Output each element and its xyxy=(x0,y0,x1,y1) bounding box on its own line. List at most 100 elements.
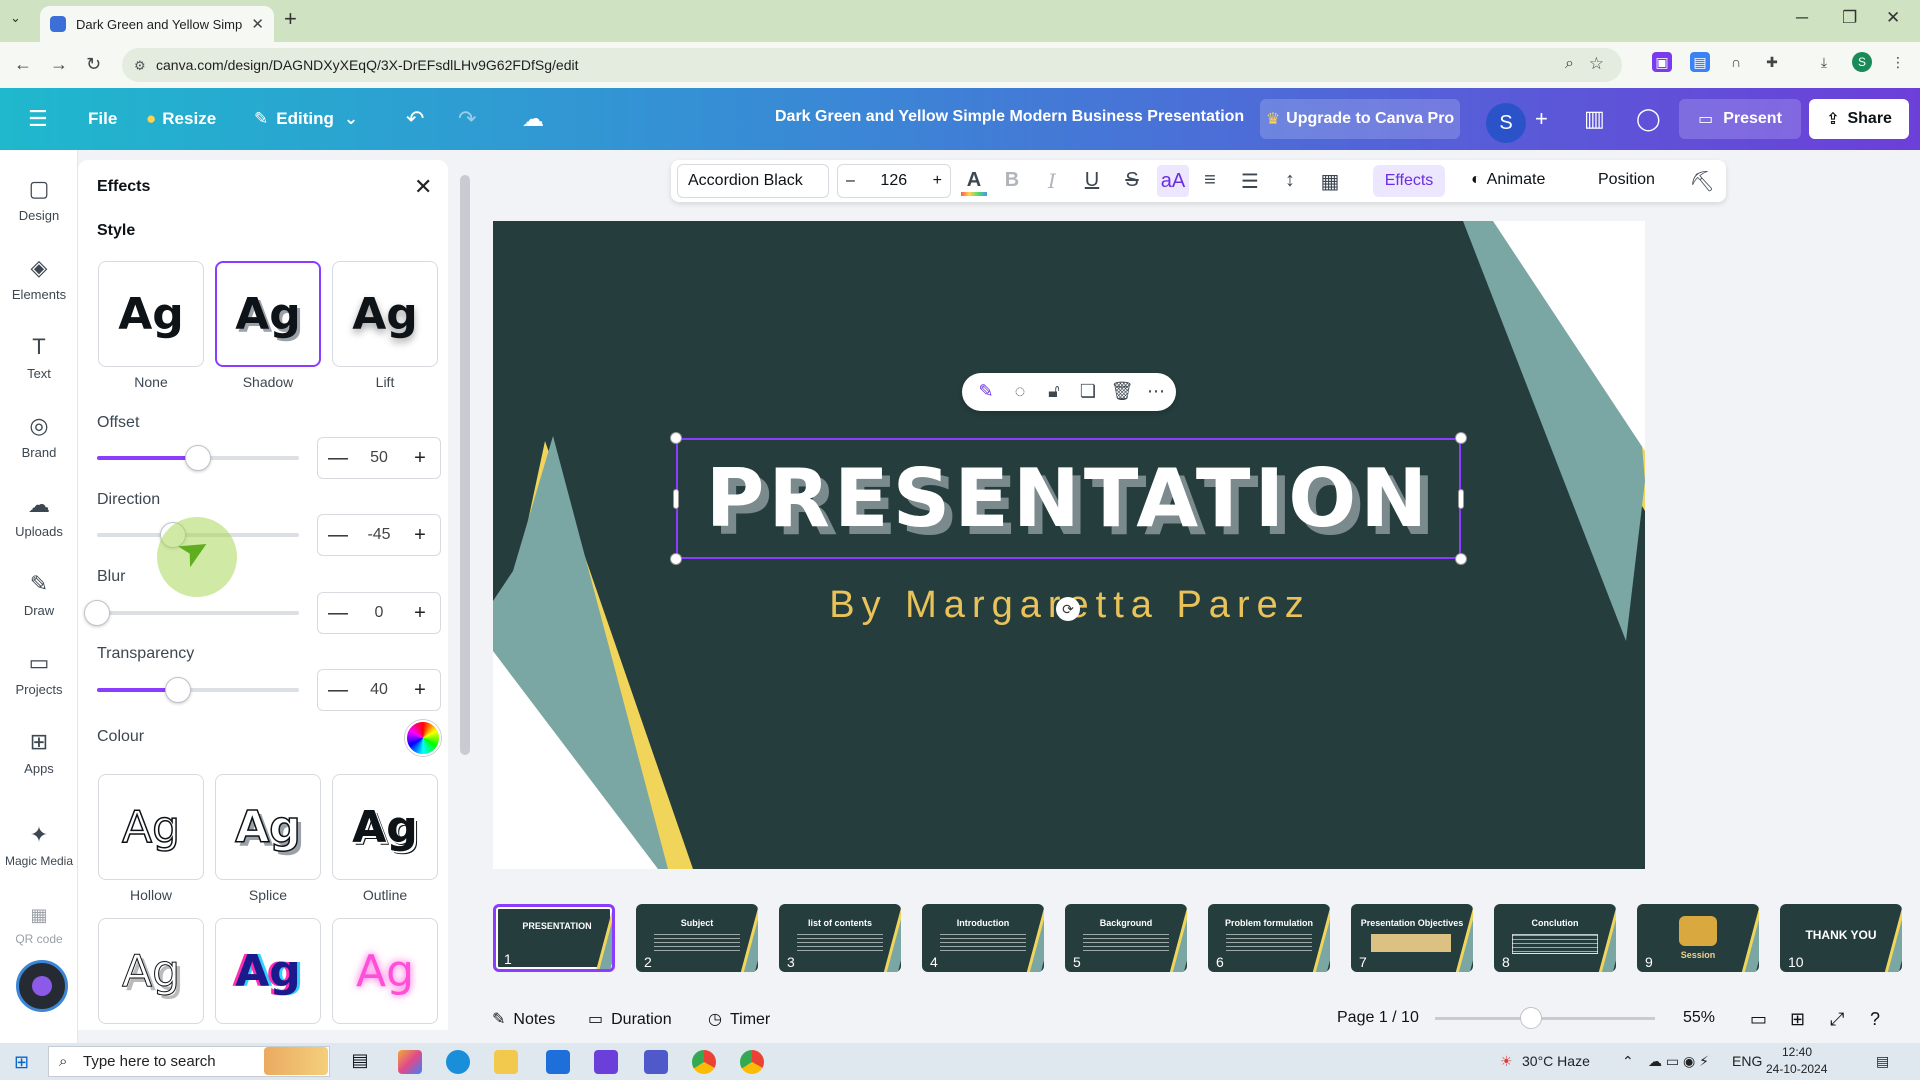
rail-item-projects[interactable]: ▭ Projects xyxy=(0,650,78,697)
decrement-icon[interactable]: — xyxy=(326,524,350,547)
zoom-slider-knob[interactable] xyxy=(1520,1007,1542,1029)
file-explorer-icon[interactable] xyxy=(494,1050,518,1074)
add-collaborator-icon[interactable]: + xyxy=(1535,106,1548,132)
restore-icon[interactable]: ❐ xyxy=(1842,8,1857,28)
rotate-handle-icon[interactable]: ⟳ xyxy=(1056,597,1080,621)
resize-handle[interactable] xyxy=(670,432,682,444)
magic-edit-icon[interactable]: ✎ xyxy=(974,381,998,402)
windows-start-icon[interactable]: ⊞ xyxy=(14,1052,29,1073)
effects-button[interactable]: Effects xyxy=(1373,165,1445,197)
notification-icon[interactable]: ▤ xyxy=(1876,1053,1889,1070)
user-avatar[interactable]: S xyxy=(1486,103,1526,143)
clock-time[interactable]: 12:40 xyxy=(1782,1045,1812,1059)
resize-handle[interactable] xyxy=(1455,432,1467,444)
clock-date[interactable]: 24-10-2024 xyxy=(1766,1062,1827,1076)
extension-icon[interactable]: ▣ xyxy=(1652,52,1672,72)
present-button[interactable]: ▭ Present xyxy=(1679,99,1801,139)
direction-value[interactable]: -45 xyxy=(367,526,390,544)
assistant-bubble-icon[interactable] xyxy=(16,960,68,1012)
edge-icon[interactable] xyxy=(446,1050,470,1074)
transparency-slider-knob[interactable] xyxy=(164,677,191,703)
chrome-icon[interactable] xyxy=(692,1050,716,1074)
url-field[interactable]: ⚙ canva.com/design/DAGNDXyXEqQ/3X-DrEFsd… xyxy=(122,48,1622,82)
tab-close-icon[interactable]: ✕ xyxy=(251,15,264,33)
rail-item-uploads[interactable]: ☁ Uploads xyxy=(0,492,78,539)
profile-avatar[interactable]: S xyxy=(1852,52,1872,72)
download-icon[interactable]: ⤓ xyxy=(1814,52,1834,72)
increment-icon[interactable]: + xyxy=(408,679,432,702)
rail-item-qr-code[interactable]: ▦ QR code xyxy=(0,905,78,946)
bold-icon[interactable]: B xyxy=(999,169,1025,192)
notes-button[interactable]: ✎ Notes xyxy=(492,1009,555,1029)
zoom-slider[interactable] xyxy=(1435,1017,1655,1020)
mail-icon[interactable] xyxy=(546,1050,570,1074)
window-close-icon[interactable]: ✕ xyxy=(1886,8,1900,28)
lock-icon[interactable]: 🔓︎ xyxy=(1042,381,1066,402)
text-color-icon[interactable]: A xyxy=(961,169,987,196)
resize-button[interactable]: ● Resize xyxy=(146,88,216,150)
more-options-icon[interactable]: ⋯ xyxy=(1144,381,1168,402)
teams-icon[interactable] xyxy=(644,1050,668,1074)
chrome-icon[interactable] xyxy=(740,1050,764,1074)
rail-item-apps[interactable]: ⊞ Apps xyxy=(0,729,78,776)
tray-chevron-icon[interactable]: ⌃ xyxy=(1622,1053,1634,1070)
slide-thumbnail[interactable]: Subject 2 xyxy=(636,904,758,972)
style-hollow[interactable]: Ag xyxy=(98,774,204,880)
increment-icon[interactable]: + xyxy=(408,524,432,547)
task-view-icon[interactable]: ▤ xyxy=(348,1050,372,1074)
fullscreen-icon[interactable]: ⤢ xyxy=(1830,1009,1844,1030)
rail-item-design[interactable]: ▢ Design xyxy=(0,176,78,223)
decrement-icon[interactable]: — xyxy=(326,679,350,702)
case-icon[interactable]: aA xyxy=(1157,165,1189,197)
rail-item-magic-media[interactable]: ✦ Magic Media xyxy=(0,822,78,868)
transparency-icon[interactable]: ▦ xyxy=(1317,169,1343,194)
transparency-value[interactable]: 40 xyxy=(370,681,388,699)
reload-icon[interactable]: ↻ xyxy=(86,54,101,75)
slide-thumbnail[interactable]: Introduction 4 xyxy=(922,904,1044,972)
align-center-icon[interactable]: ≡ xyxy=(1197,169,1223,192)
app-icon[interactable] xyxy=(594,1050,618,1074)
document-title[interactable]: Dark Green and Yellow Simple Modern Busi… xyxy=(775,108,1244,126)
rail-item-text[interactable]: T Text xyxy=(0,334,78,381)
browser-tab[interactable]: Dark Green and Yellow Simple M ✕ xyxy=(40,6,274,42)
delete-icon[interactable]: 🗑︎ xyxy=(1110,381,1134,402)
font-selector[interactable]: Accordion Black xyxy=(677,164,829,198)
bookmark-star-icon[interactable]: ☆ xyxy=(1589,54,1604,74)
share-button[interactable]: ⇪ Share xyxy=(1809,99,1909,139)
decrease-size-icon[interactable]: – xyxy=(846,172,855,190)
slide-thumbnail[interactable]: THANK YOU 10 xyxy=(1780,904,1902,972)
page-indicator[interactable]: Page 1 / 10 xyxy=(1337,1009,1419,1027)
extension-icon[interactable]: ∩ xyxy=(1726,52,1746,72)
redo-icon[interactable]: ↷ xyxy=(458,106,476,132)
site-info-icon[interactable]: ⚙ xyxy=(134,58,146,74)
blur-value[interactable]: 0 xyxy=(375,604,384,622)
increment-icon[interactable]: + xyxy=(408,447,432,470)
add-comment-icon[interactable]: ◌ xyxy=(1008,381,1032,402)
spacing-icon[interactable]: ↕ xyxy=(1277,169,1303,192)
style-shadow[interactable]: Ag xyxy=(215,261,321,367)
slide-thumbnail[interactable]: Presentation Objectives 7 xyxy=(1351,904,1473,972)
slide-title[interactable]: PRESENTATION xyxy=(676,452,1461,545)
style-outline[interactable]: Ag xyxy=(332,774,438,880)
style-none[interactable]: Ag xyxy=(98,261,204,367)
editing-mode-button[interactable]: ✎ Editing ⌄ xyxy=(254,88,358,150)
paint-roller-icon[interactable]: ⛏ xyxy=(1689,169,1715,194)
zoom-icon[interactable]: ⌕ xyxy=(1565,55,1574,73)
increment-icon[interactable]: + xyxy=(408,602,432,625)
comment-icon[interactable]: ◯ xyxy=(1636,106,1661,132)
panel-scrollbar[interactable] xyxy=(460,175,470,755)
help-icon[interactable]: ? xyxy=(1870,1009,1880,1030)
offset-value[interactable]: 50 xyxy=(370,449,388,467)
increase-size-icon[interactable]: + xyxy=(933,172,942,190)
offset-slider-knob[interactable] xyxy=(185,445,211,471)
underline-icon[interactable]: U xyxy=(1079,169,1105,192)
resize-handle[interactable] xyxy=(670,553,682,565)
italic-icon[interactable]: I xyxy=(1039,169,1065,193)
slide-thumbnail[interactable]: PRESENTATION 1 xyxy=(493,904,615,972)
blur-slider-knob[interactable] xyxy=(84,600,110,626)
undo-icon[interactable]: ↶ xyxy=(406,106,424,132)
blur-slider[interactable] xyxy=(84,600,299,626)
extension-icon[interactable]: ▤ xyxy=(1690,52,1710,72)
decrement-icon[interactable]: — xyxy=(326,602,350,625)
back-icon[interactable]: ← xyxy=(14,54,32,75)
